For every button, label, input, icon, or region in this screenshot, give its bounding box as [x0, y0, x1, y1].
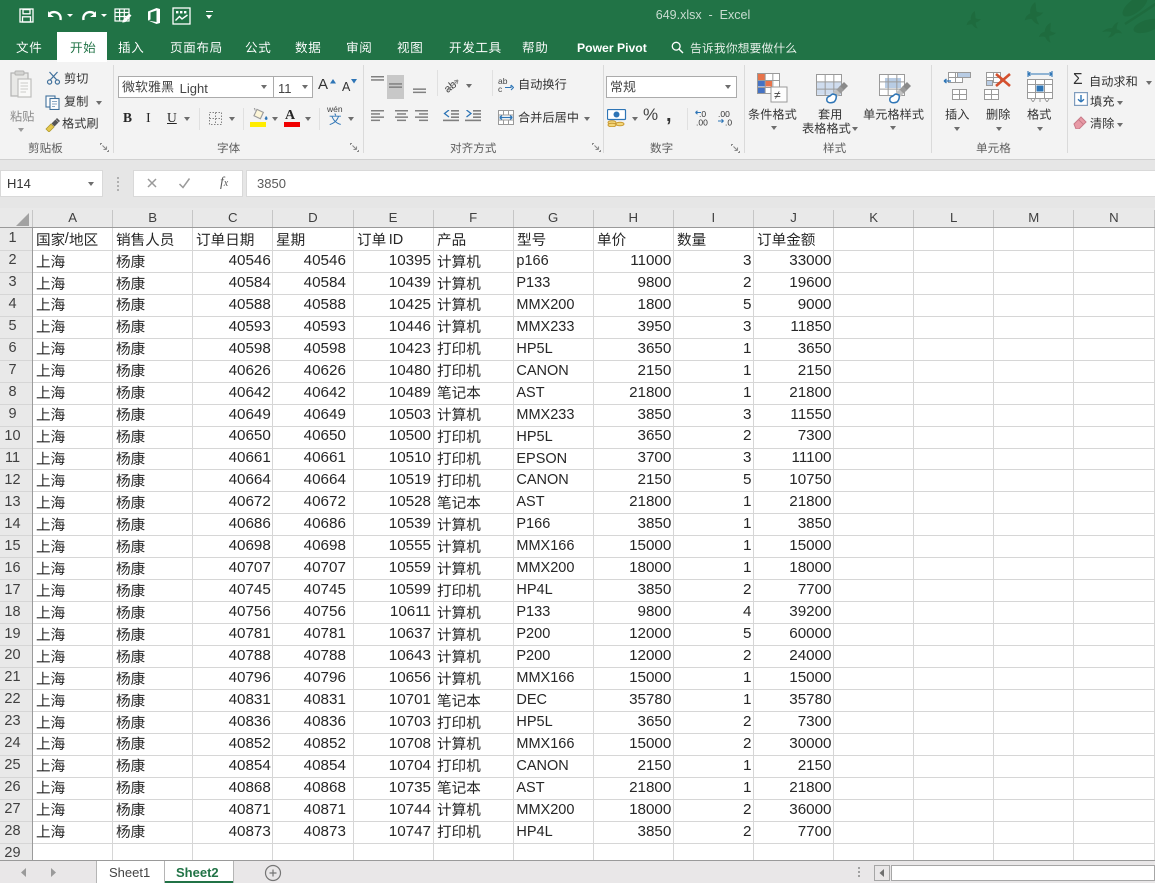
svg-text:.00: .00 [696, 118, 708, 127]
svg-text:≠: ≠ [774, 88, 781, 102]
svg-text:.0: .0 [725, 118, 732, 127]
